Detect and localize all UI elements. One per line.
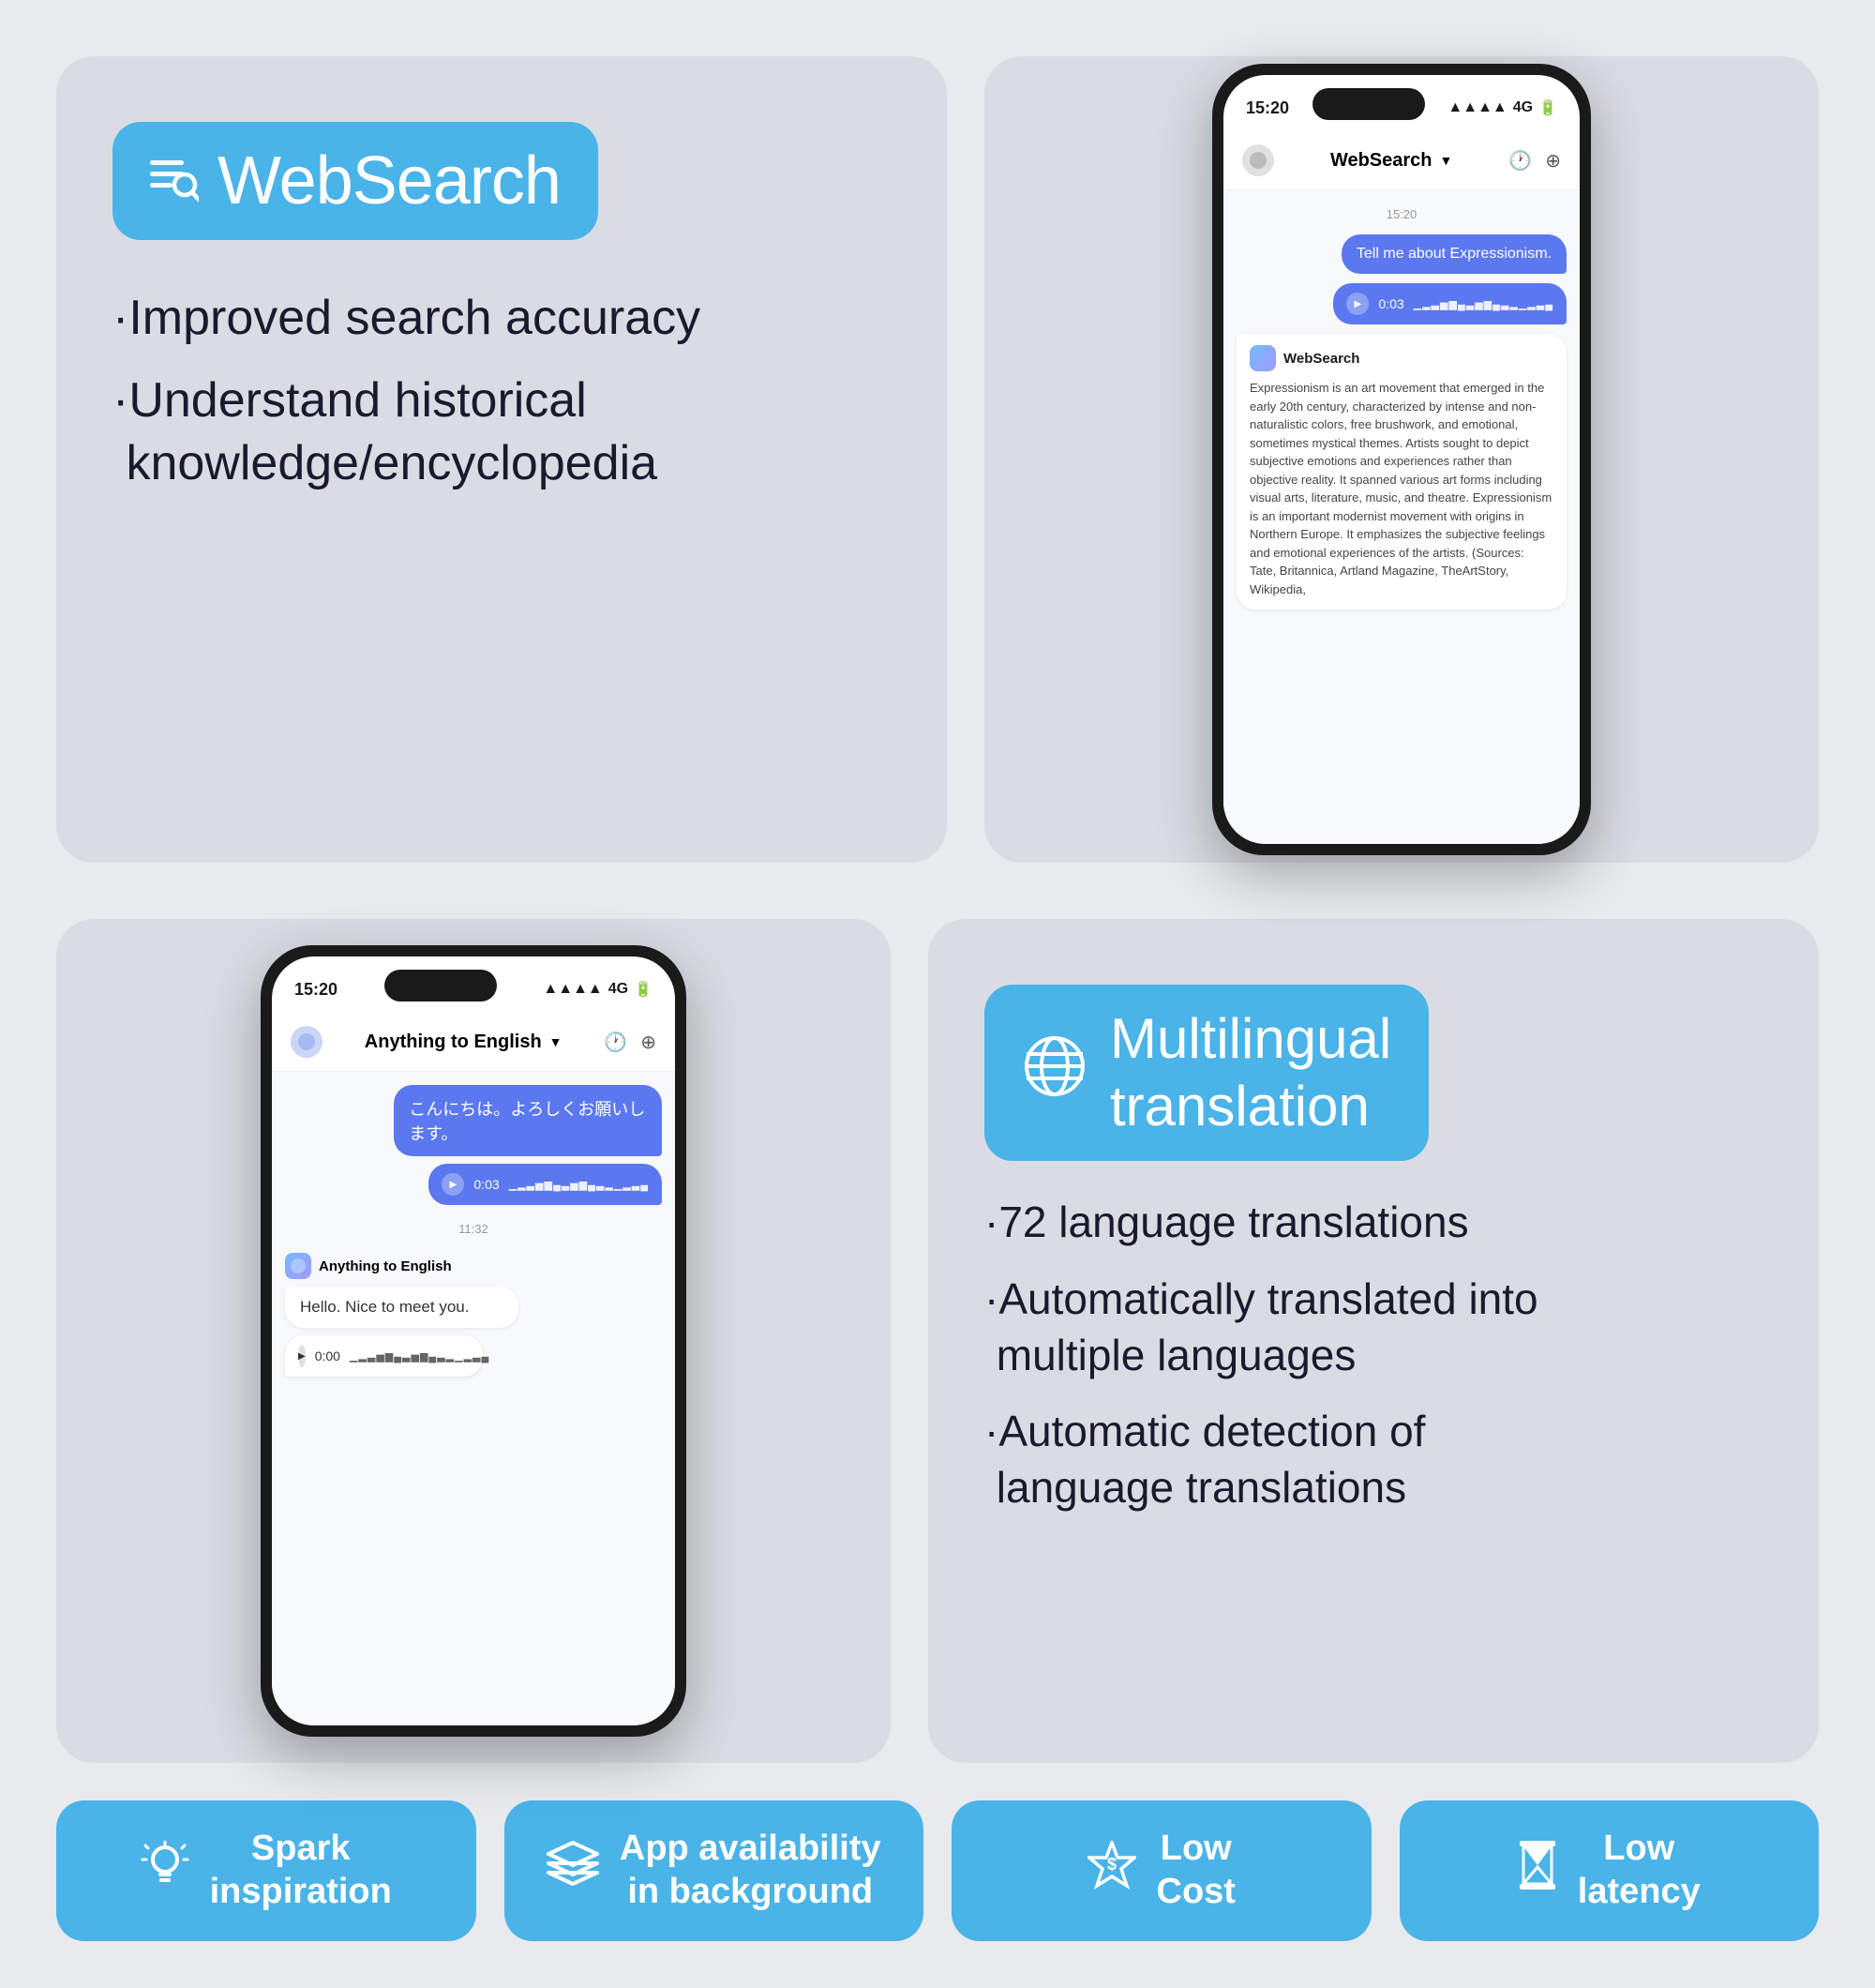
avatar-bottom [291,1026,322,1058]
chat-messages-top: 15:20 Tell me about Expressionism. ▶ 0:0… [1223,190,1580,844]
hourglass-icon [1518,1839,1557,1904]
ai-name-bottom: Anything to English [319,1258,452,1274]
ai-text-bottom: Hello. Nice to meet you. [285,1287,518,1328]
clock-icon-bottom[interactable]: 🕐 [604,1031,627,1054]
voice-time-ai: 0:00 [315,1348,340,1363]
multilingual-features: ·72 language translations ·Automatically… [984,1195,1762,1516]
avatar-top [1242,144,1274,176]
battery-icon-bottom: 🔋 [634,980,652,999]
latency-label: Lowlatency [1578,1828,1701,1913]
websearch-features: ·Improved search accuracy ·Understand hi… [112,287,891,496]
lightbulb-icon [141,1841,189,1902]
battery-icon-top: 🔋 [1538,98,1557,117]
play-btn-user-top[interactable]: ▶ [1346,293,1369,315]
layers-icon [547,1841,599,1902]
voice-message-jp: ▶ 0:03 ▁▂▃▅▆▄▃▅▆▄▃▂▁▂▃▄ [428,1164,662,1205]
plus-icon-top[interactable]: ⊕ [1545,149,1561,173]
status-icons-bottom: ▲▲▲▲ 4G 🔋 [543,980,652,999]
footer-card-cost: $ LowCost [952,1800,1372,1941]
voice-message-user-top: ▶ 0:03 ▁▂▃▅▆▄▃▅▆▄▃▂▁▂▃▄ [1333,283,1567,324]
network-label-bottom: 4G [608,981,628,998]
globe-icon [1022,1033,1088,1112]
multilingual-badge: Multilingualtranslation [984,985,1429,1161]
waveform-jp: ▁▂▃▅▆▄▃▅▆▄▃▂▁▂▃▄ [509,1179,649,1191]
ai-name-top: WebSearch [1283,351,1359,367]
feature-search-accuracy: ·Improved search accuracy [112,287,891,351]
cost-label: LowCost [1157,1828,1236,1913]
websearch-panel: WebSearch ·Improved search accuracy ·Und… [56,56,947,863]
signal-icon: ▲▲▲▲ [1448,99,1507,116]
chat-header-top: WebSearch ▼ 🕐 ⊕ [1223,135,1580,190]
spark-label: Sparkinspiration [210,1828,392,1913]
chevron-down-icon-bottom: ▼ [549,1034,562,1049]
chat-title-bottom: Anything to English ▼ [365,1032,562,1053]
waveform-user-top: ▁▂▃▅▆▄▃▅▆▄▃▂▁▂▃▄ [1414,298,1553,310]
search-icon [150,153,199,210]
footer-card-latency: Lowlatency [1400,1800,1820,1941]
footer-card-spark: Sparkinspiration [56,1800,476,1941]
status-time-top: 15:20 [1246,98,1289,118]
chat-title-top: WebSearch ▼ [1330,150,1452,172]
chat-name-bottom: Anything to English [365,1032,542,1053]
phone-panel-top: 15:20 ▲▲▲▲ 4G 🔋 [984,56,1819,863]
coin-icon: $ [1088,1841,1136,1902]
chat-header-bottom: Anything to English ▼ 🕐 ⊕ [272,1017,675,1072]
phone-panel-bottom: 15:20 ▲▲▲▲ 4G 🔋 [56,919,891,1763]
voice-message-ai-bottom: ▶ 0:00 ▁▂▃▅▆▄▃▅▆▄▃▂▁▂▃▄ [285,1335,483,1377]
multilingual-panel: Multilingualtranslation ·72 language tra… [928,919,1819,1763]
chat-icons-bottom: 🕐 ⊕ [604,1031,656,1054]
chat-name-top: WebSearch [1330,150,1432,172]
signal-icon-bottom: ▲▲▲▲ [543,981,602,998]
phone-mockup-top: 15:20 ▲▲▲▲ 4G 🔋 [1212,64,1591,855]
app-label: App availabilityin background [620,1828,881,1913]
voice-time-jp: 0:03 [473,1177,499,1192]
user-message-jp: こんにちは。よろしくお願いします。 [394,1085,662,1156]
feature-historical-knowledge: ·Understand historical knowledge/encyclo… [112,369,891,496]
waveform-ai-bottom: ▁▂▃▅▆▄▃▅▆▄▃▂▁▂▃▄ [350,1350,489,1363]
dynamic-island-top [1312,88,1425,120]
voice-time-top: 0:03 [1378,296,1403,311]
ai-logo-top [1250,345,1276,371]
multilingual-title: Multilingualtranslation [1110,1005,1391,1140]
phone-screen-bottom: 15:20 ▲▲▲▲ 4G 🔋 [272,956,675,1725]
svg-text:$: $ [1107,1855,1117,1874]
ai-response-top: WebSearch Expressionism is an art moveme… [1237,334,1567,610]
ai-text-top: Expressionism is an art movement that em… [1250,379,1553,598]
feature-auto-translate: ·Automatically translated into multiple … [984,1272,1762,1384]
chevron-down-icon: ▼ [1440,153,1453,168]
ai-header-top: WebSearch [1250,345,1553,371]
status-bar-top: 15:20 ▲▲▲▲ 4G 🔋 [1223,75,1580,135]
feature-72-languages: ·72 language translations [984,1195,1762,1251]
time-label-bottom: 11:32 [285,1222,662,1236]
dynamic-island-bottom [384,970,497,1002]
feature-auto-detect: ·Automatic detection of language transla… [984,1404,1762,1516]
websearch-title: WebSearch [218,143,561,219]
phone-screen-top: 15:20 ▲▲▲▲ 4G 🔋 [1223,75,1580,844]
network-label-top: 4G [1513,99,1533,116]
status-icons-top: ▲▲▲▲ 4G 🔋 [1448,98,1557,117]
status-bar-bottom: 15:20 ▲▲▲▲ 4G 🔋 [272,956,675,1017]
play-btn-jp[interactable]: ▶ [442,1173,464,1196]
clock-icon-top[interactable]: 🕐 [1508,149,1532,173]
play-btn-ai-bottom[interactable]: ▶ [298,1345,306,1367]
phone-mockup-bottom: 15:20 ▲▲▲▲ 4G 🔋 [261,945,686,1737]
footer-card-app: App availabilityin background [504,1800,924,1941]
footer-strip: Sparkinspiration App availabilityin back… [0,1800,1875,1988]
user-message-top: Tell me about Expressionism. [1342,234,1567,274]
chat-icons-top: 🕐 ⊕ [1508,149,1561,173]
chat-time-label-top: 15:20 [1237,207,1567,221]
chat-messages-bottom: こんにちは。よろしくお願いします。 ▶ 0:03 ▁▂▃▅▆▄▃▅▆▄▃▂▁▂▃… [272,1072,675,1725]
status-time-bottom: 15:20 [294,980,338,1000]
plus-icon-bottom[interactable]: ⊕ [640,1031,656,1054]
websearch-badge: WebSearch [112,122,598,240]
